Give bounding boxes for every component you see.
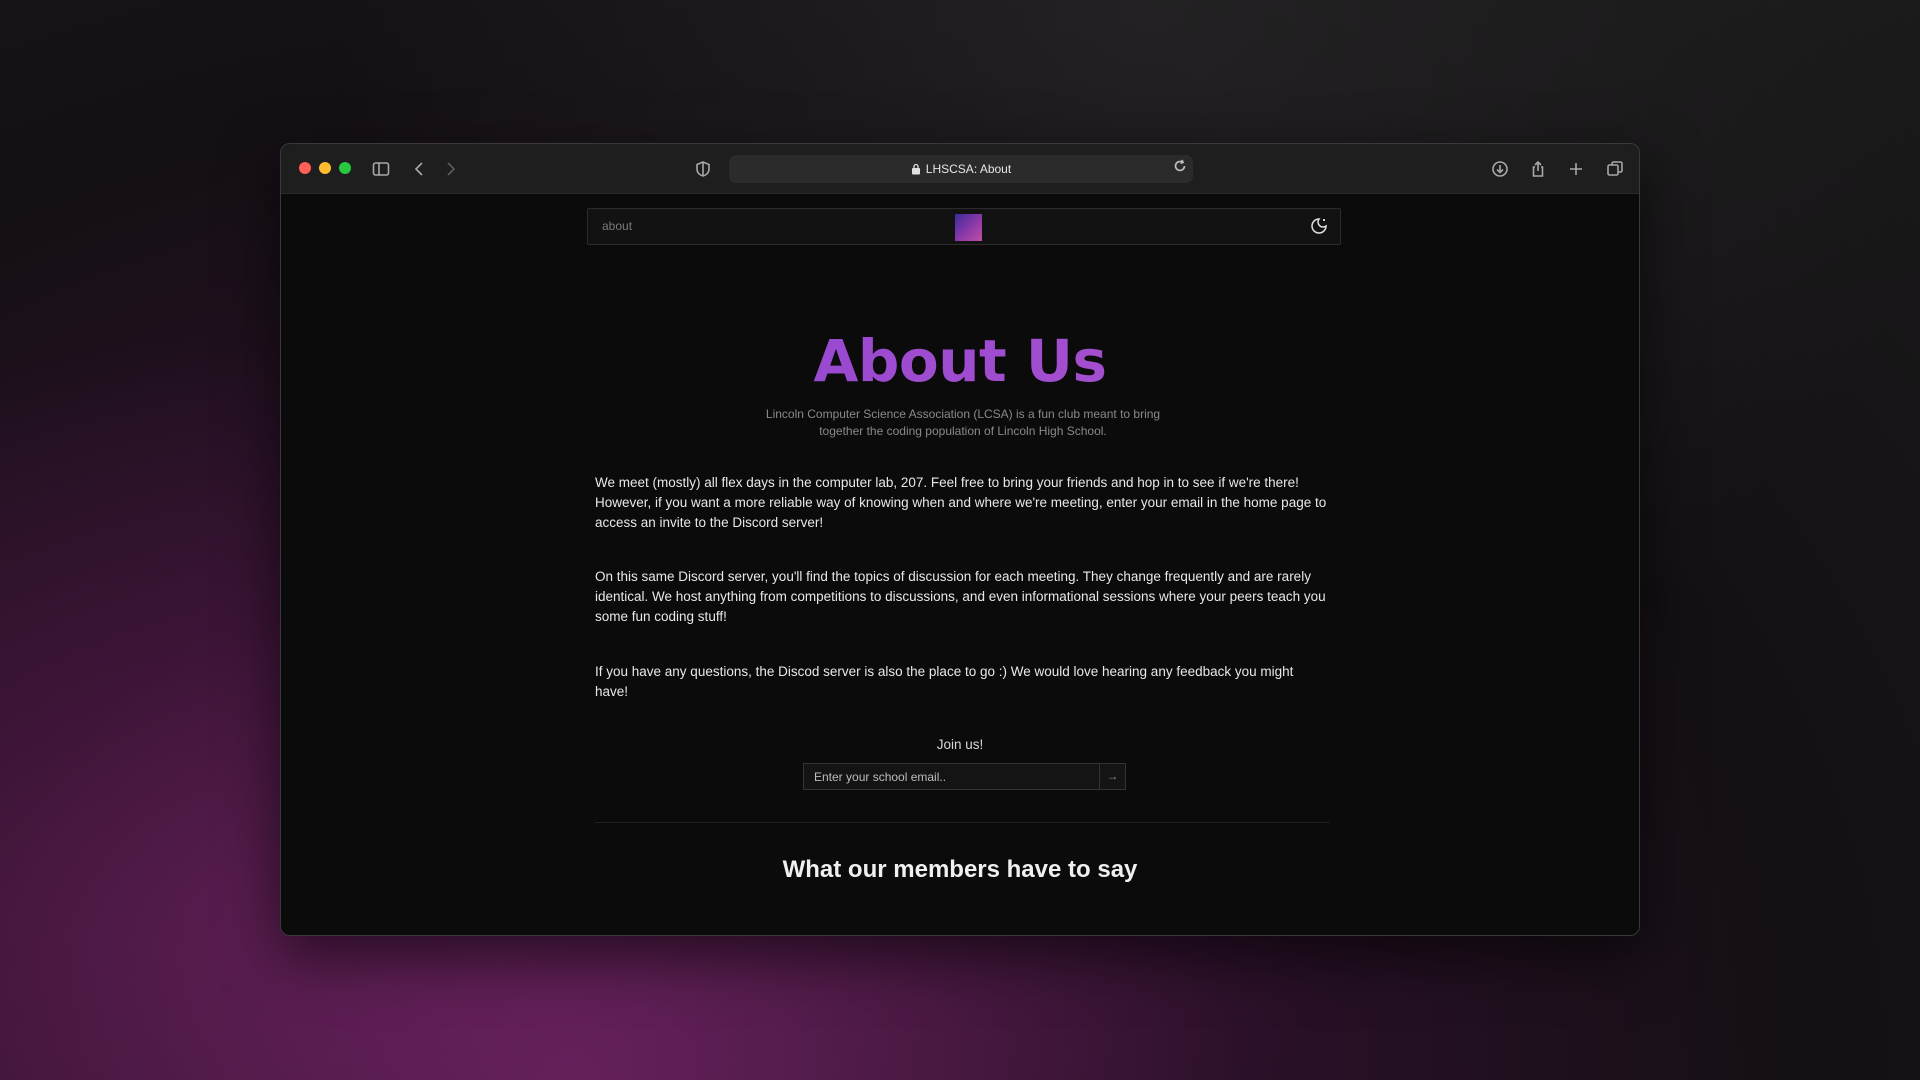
page-subtitle: Lincoln Computer Science Association (LC… [765, 407, 1161, 438]
download-icon[interactable] [1488, 157, 1512, 181]
about-paragraph-1: We meet (mostly) all flex days in the co… [595, 475, 1327, 530]
email-input[interactable] [803, 763, 1099, 790]
page-content: about About Us Lincoln Computer Science … [281, 195, 1639, 935]
testimonials-heading: What our members have to say [782, 856, 1138, 883]
window-controls [299, 162, 351, 174]
about-paragraph-2: On this same Discord server, you'll find… [595, 569, 1326, 624]
chevron-right-icon[interactable] [438, 157, 462, 181]
maximize-window-button[interactable] [339, 162, 351, 174]
share-icon[interactable] [1526, 157, 1550, 181]
browser-toolbar: LHSCSA: About [281, 144, 1639, 194]
chevron-left-icon[interactable] [408, 157, 432, 181]
nav-breadcrumb[interactable]: about [602, 219, 632, 233]
reload-icon[interactable] [1173, 159, 1187, 176]
plus-icon[interactable] [1564, 157, 1588, 181]
site-logo[interactable] [955, 214, 982, 241]
tab-title: LHSCSA: About [925, 162, 1012, 176]
section-divider [595, 822, 1330, 823]
lock-icon [911, 163, 920, 175]
tabs-overview-icon[interactable] [1603, 157, 1627, 181]
shield-icon[interactable] [691, 157, 715, 181]
page-title: About Us [281, 327, 1639, 395]
site-navbar: about [587, 208, 1341, 245]
theme-toggle-icon[interactable] [1310, 217, 1330, 237]
address-bar[interactable]: LHSCSA: About [729, 155, 1193, 183]
join-label: Join us! [936, 737, 984, 752]
about-paragraph-3: If you have any questions, the Discod se… [595, 664, 1294, 699]
sidebar-icon[interactable] [369, 157, 393, 181]
browser-window: LHSCSA: About about About Us Lincoln Com… [280, 143, 1640, 936]
submit-arrow-button[interactable]: → [1099, 763, 1126, 790]
minimize-window-button[interactable] [319, 162, 331, 174]
join-form: → [803, 763, 1126, 790]
close-window-button[interactable] [299, 162, 311, 174]
